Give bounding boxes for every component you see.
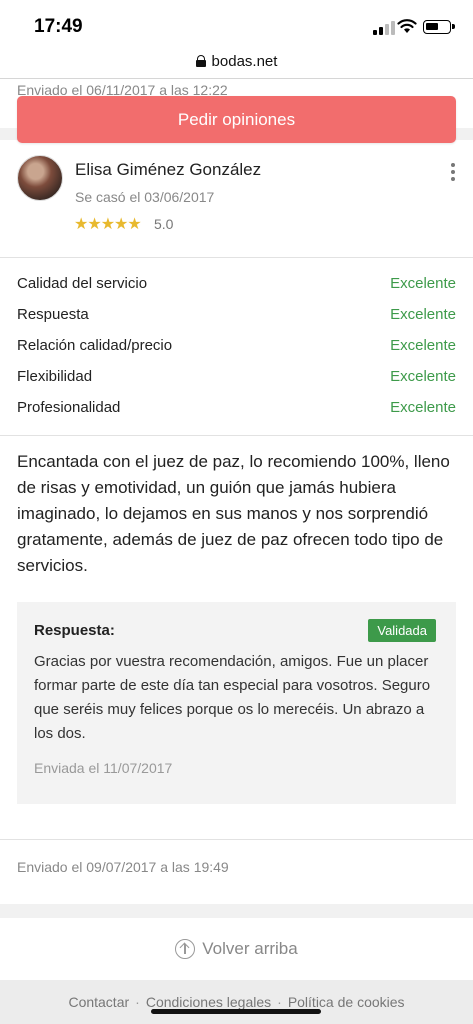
rating-row: Respuesta Excelente — [17, 303, 456, 334]
rating-value: 5.0 — [154, 216, 174, 232]
rating-value-label: Excelente — [390, 399, 456, 416]
rating-label: Flexibilidad — [17, 368, 93, 385]
back-to-top-button[interactable]: Volver arriba — [0, 930, 473, 968]
footer-link-contact[interactable]: Contactar — [68, 994, 129, 1010]
request-reviews-button[interactable]: Pedir opiniones — [17, 96, 456, 143]
rating-value-label: Excelente — [390, 368, 456, 385]
response-text: Gracias por vuestra recomendación, amigo… — [34, 653, 431, 742]
rating-value-label: Excelente — [390, 337, 456, 354]
validated-badge: Validada — [368, 619, 436, 642]
cellular-signal-icon — [373, 21, 395, 35]
avatar[interactable] — [17, 155, 63, 201]
star-rating-icon: ★★★★★ — [74, 216, 142, 233]
rating-value-label: Excelente — [390, 306, 456, 323]
response-title: Respuesta: — [34, 622, 115, 639]
arrow-up-circle-icon — [175, 939, 196, 959]
footer-link-cookies[interactable]: Política de cookies — [288, 994, 405, 1010]
response-date: Enviada el 11/07/2017 — [34, 760, 173, 776]
review-text: Encantada con el juez de paz, lo recomie… — [17, 452, 450, 575]
footer-separator: · — [277, 994, 282, 1010]
rating-row: Relación calidad/precio Excelente — [17, 334, 456, 365]
battery-icon — [423, 20, 455, 34]
footer: Contactar · Condiciones legales · Políti… — [0, 980, 473, 1024]
more-options-icon[interactable] — [449, 163, 457, 181]
home-indicator[interactable] — [151, 1009, 321, 1014]
rating-row: Calidad del servicio Excelente — [17, 272, 456, 303]
status-time: 17:49 — [34, 16, 83, 37]
divider — [0, 839, 473, 840]
lock-icon — [195, 55, 206, 67]
section-separator — [0, 904, 473, 918]
vendor-response: Respuesta: Validada Gracias por vuestra … — [17, 602, 456, 804]
address-bar[interactable]: bodas.net — [0, 44, 473, 78]
wedding-date: Se casó el 03/06/2017 — [75, 189, 215, 205]
status-bar: 17:49 — [0, 0, 473, 44]
review-sent-date: Enviado el 09/07/2017 a las 19:49 — [17, 859, 229, 875]
wifi-icon — [397, 19, 417, 33]
rating-label: Profesionalidad — [17, 399, 121, 416]
rating-label: Calidad del servicio — [17, 275, 148, 292]
divider — [0, 257, 473, 258]
footer-separator: · — [135, 994, 140, 1010]
address-bar-divider — [0, 78, 473, 79]
rating-label: Respuesta — [17, 306, 89, 323]
ratings-list: Calidad del servicio Excelente Respuesta… — [17, 272, 456, 427]
divider — [0, 435, 473, 436]
footer-link-legal[interactable]: Condiciones legales — [146, 994, 271, 1010]
url-text: bodas.net — [211, 52, 278, 70]
rating-value-label: Excelente — [390, 275, 456, 292]
rating-row: Profesionalidad Excelente — [17, 396, 456, 427]
rating-row: Flexibilidad Excelente — [17, 365, 456, 396]
rating-label: Relación calidad/precio — [17, 337, 173, 354]
reviewer-name: Elisa Giménez González — [75, 160, 262, 179]
back-to-top-label: Volver arriba — [202, 939, 298, 958]
